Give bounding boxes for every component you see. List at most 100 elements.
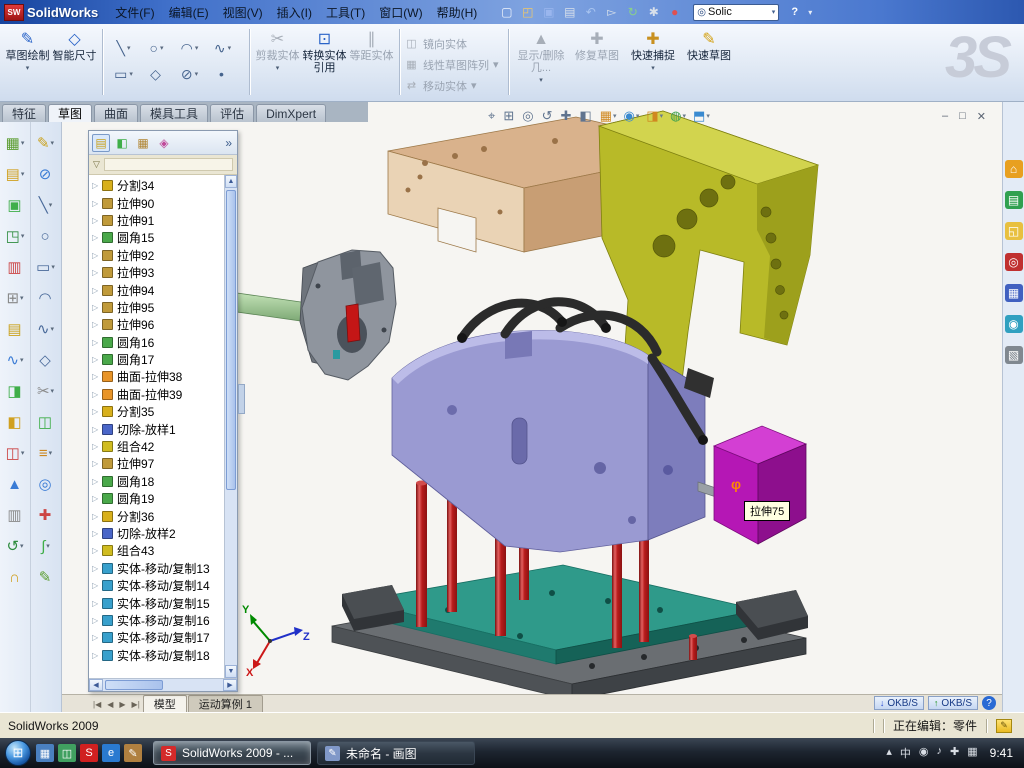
chevron-down-icon[interactable]: ▾	[21, 449, 25, 457]
view-palette-icon[interactable]: ▦	[1005, 284, 1023, 302]
tree-item[interactable]: ▷ 拉伸96	[89, 316, 224, 333]
spline-tool-icon[interactable]: ∿ ▾	[206, 35, 239, 61]
chevron-down-icon[interactable]: ▾	[706, 112, 710, 120]
fillet-icon[interactable]: ◨	[7, 378, 22, 404]
ellipse-tool-icon[interactable]: ⊘ ▾	[173, 61, 206, 87]
trim-icon[interactable]: ✂ ▾	[37, 378, 54, 404]
chevron-down-icon[interactable]: ▾	[613, 112, 617, 120]
circle-icon[interactable]: ○	[40, 223, 50, 249]
scrollbar-thumb[interactable]	[226, 190, 236, 490]
tree-item[interactable]: ▷ 圆角15	[89, 229, 224, 246]
volume-icon[interactable]: ♪	[937, 745, 943, 761]
relations-icon[interactable]: ✚	[39, 502, 53, 528]
tree-item[interactable]: ▷ 拉伸95	[89, 299, 224, 316]
last-tab-button[interactable]: ▶|	[129, 696, 143, 712]
zoom-fit-icon[interactable]: ⌖	[486, 108, 498, 124]
curves-icon[interactable]: ∿ ▾	[6, 347, 23, 373]
panel-splitter-handle[interactable]	[238, 384, 245, 414]
prev-tab-button[interactable]: ◀	[104, 696, 116, 712]
quick-snaps-button[interactable]: ✚ 快速捕捉 ▾	[625, 27, 681, 95]
menu-item[interactable]: 插入(I)	[270, 2, 319, 23]
tree-item[interactable]: ▷ 切除-放样2	[89, 525, 224, 542]
line-tool-icon[interactable]: ╲ ▾	[107, 35, 140, 61]
chevron-down-icon[interactable]: ▾	[808, 8, 812, 17]
first-tab-button[interactable]: |◀	[90, 696, 104, 712]
tree-item[interactable]: ▷ 圆角17	[89, 351, 224, 368]
scroll-right-icon[interactable]: ▶	[223, 679, 237, 691]
expand-arrow-icon[interactable]: ▷	[92, 407, 101, 416]
pan-icon[interactable]: ✚	[558, 108, 574, 124]
tree-item[interactable]: ▷ 切除-放样1	[89, 420, 224, 437]
chevron-down-icon[interactable]: ▾	[49, 449, 53, 457]
update-icon[interactable]: ▦	[967, 745, 977, 761]
expand-arrow-icon[interactable]: ▷	[92, 494, 101, 503]
point-tool-icon[interactable]: •	[206, 61, 239, 87]
menu-item[interactable]: 编辑(E)	[162, 2, 216, 23]
expand-arrow-icon[interactable]: ▷	[92, 546, 101, 555]
chevron-right-icon[interactable]: »	[225, 136, 234, 150]
new-document-icon[interactable]: ▢	[498, 4, 515, 21]
window-switcher-icon[interactable]: ◫	[58, 744, 76, 762]
chevron-down-icon[interactable]: ▾	[683, 112, 687, 120]
tree-item[interactable]: ▷ 拉伸90	[89, 194, 224, 211]
chevron-down-icon[interactable]: ▾	[21, 170, 25, 178]
expand-arrow-icon[interactable]: ▷	[92, 338, 101, 347]
expand-arrow-icon[interactable]: ▷	[92, 581, 101, 590]
close-button[interactable]: ✕	[977, 110, 986, 123]
tree-item[interactable]: ▷ 圆角18	[89, 473, 224, 490]
wrap-icon[interactable]: ↺ ▾	[6, 533, 23, 559]
chevron-down-icon[interactable]: ▾	[539, 75, 543, 87]
tree-item[interactable]: ▷ 实体-移动/复制18	[89, 647, 224, 664]
print-icon[interactable]: ▤	[561, 4, 578, 21]
expand-arrow-icon[interactable]: ▷	[92, 477, 101, 486]
chevron-down-icon[interactable]: ▾	[20, 294, 24, 302]
resources-home-icon[interactable]: ⌂	[1005, 160, 1023, 178]
circle-tool-icon[interactable]: ○ ▾	[140, 35, 173, 61]
polygon-tool-icon[interactable]: ◇	[140, 61, 173, 87]
scroll-left-icon[interactable]: ◀	[89, 679, 103, 691]
chevron-down-icon[interactable]: ▾	[21, 232, 25, 240]
tree-item[interactable]: ▷ 实体-移动/复制14	[89, 577, 224, 594]
minimize-button[interactable]: –	[942, 110, 948, 123]
commandmanager-tab[interactable]: DimXpert	[256, 104, 326, 122]
gray-clamp[interactable]	[300, 250, 396, 380]
chevron-down-icon[interactable]: ▾	[471, 79, 477, 92]
search-results-icon[interactable]: ◎	[1005, 253, 1023, 271]
expand-arrow-icon[interactable]: ▷	[92, 320, 101, 329]
tree-item[interactable]: ▷ 拉伸93	[89, 264, 224, 281]
expand-arrow-icon[interactable]: ▷	[92, 633, 101, 642]
filter-input[interactable]	[104, 158, 233, 171]
rectangle-tool-icon[interactable]: ▭ ▾	[107, 61, 140, 87]
commandmanager-tab[interactable]: 草图	[48, 104, 92, 122]
section-view-icon[interactable]: ◧	[577, 108, 594, 124]
scroll-up-icon[interactable]: ▲	[225, 175, 237, 188]
custom-properties-icon[interactable]: ▧	[1005, 346, 1023, 364]
sketch-button[interactable]: ✎ 草图绘制 ▾	[4, 27, 51, 95]
extruded-cut-icon[interactable]: ▥	[7, 254, 22, 280]
sketch-flyout-icon[interactable]: ▤ ▾	[6, 161, 25, 187]
undo-icon[interactable]: ↶	[582, 4, 599, 21]
reference-geometry-icon[interactable]: ▤	[7, 316, 22, 342]
style-spline-icon[interactable]: ∫ ▾	[41, 533, 50, 559]
select-icon[interactable]: ▻	[603, 4, 620, 21]
rebuild-icon[interactable]: ↻	[624, 4, 641, 21]
design-library-icon[interactable]: ▤	[1005, 191, 1023, 209]
expand-arrow-icon[interactable]: ▷	[92, 442, 101, 451]
shell-icon[interactable]: ◧	[7, 409, 22, 435]
trim-entities-button[interactable]: ✂ 剪裁实体 ▾	[254, 27, 301, 95]
task-paint[interactable]: ✎ 未命名 - 画图	[317, 741, 475, 765]
sketch-pencil-icon[interactable]: ✎ ▾	[37, 130, 54, 156]
rib-icon[interactable]: ◫ ▾	[6, 440, 25, 466]
help-badge[interactable]: ?	[982, 696, 996, 710]
save-icon[interactable]: ▣	[540, 4, 557, 21]
expand-arrow-icon[interactable]: ▷	[92, 459, 101, 468]
chevron-down-icon[interactable]: ▾	[195, 70, 199, 78]
zoom-inout-icon[interactable]: ◎	[520, 108, 536, 124]
doc-tab[interactable]: 模型	[143, 695, 187, 712]
chevron-down-icon[interactable]: ▾	[49, 201, 53, 209]
options-icon[interactable]: ✱	[645, 4, 662, 21]
record-icon[interactable]: ●	[666, 4, 683, 21]
appearance-icon[interactable]: ◍ ▾	[668, 108, 688, 124]
browser-icon[interactable]: e	[102, 744, 120, 762]
draft-icon[interactable]: ▲	[7, 471, 23, 497]
